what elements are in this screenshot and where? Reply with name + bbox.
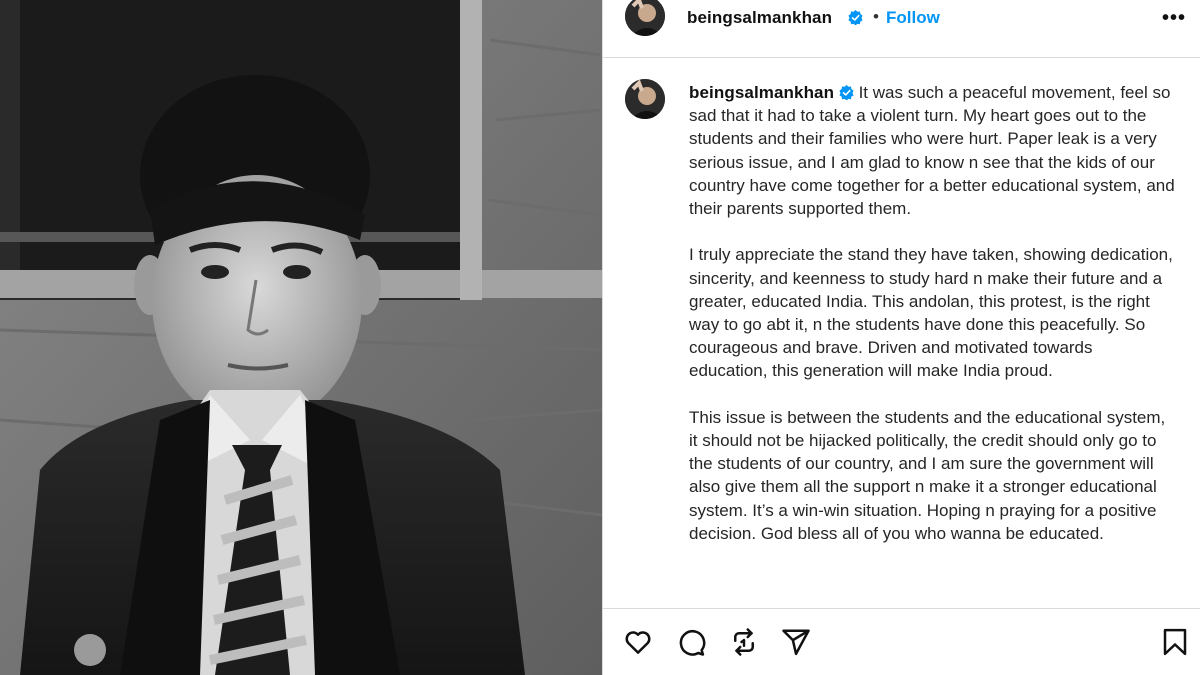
comment-icon[interactable] (676, 627, 706, 657)
heart-icon[interactable] (623, 627, 653, 657)
separator-dot: • (873, 7, 879, 26)
avatar-image (625, 0, 665, 36)
instagram-post: beingsalmankhan • Follow ••• beingsalman… (0, 0, 1200, 675)
avatar[interactable] (625, 79, 665, 119)
action-bar (603, 609, 1200, 675)
post-details-panel: beingsalmankhan • Follow ••• beingsalman… (603, 0, 1200, 675)
avatar-image (625, 79, 665, 119)
repost-icon[interactable] (729, 627, 759, 657)
caption-paragraph-1: It was such a peaceful movement, feel so… (689, 83, 1175, 219)
avatar[interactable] (625, 0, 665, 36)
verified-badge-icon (848, 10, 863, 26)
username[interactable]: beingsalmankhan (687, 8, 832, 28)
more-options-button[interactable]: ••• (1162, 7, 1186, 30)
send-icon[interactable] (781, 627, 811, 657)
verified-badge-icon (839, 83, 854, 101)
caption-paragraph: beingsalmankhan It was such a peaceful m… (689, 81, 1175, 220)
caption-paragraph-3: This issue is between the students and t… (689, 407, 1166, 543)
photo-illustration (0, 0, 602, 675)
caption-username[interactable]: beingsalmankhan (689, 83, 834, 102)
bookmark-icon[interactable] (1160, 627, 1190, 657)
caption-paragraph-2: I truly appreciate the stand they have t… (689, 245, 1173, 381)
follow-button[interactable]: Follow (886, 8, 940, 28)
caption-text: beingsalmankhan It was such a peaceful m… (689, 81, 1175, 545)
post-header: beingsalmankhan • Follow ••• (603, 0, 1200, 36)
post-photo[interactable] (0, 0, 602, 675)
caption-section: beingsalmankhan It was such a peaceful m… (603, 57, 1200, 608)
